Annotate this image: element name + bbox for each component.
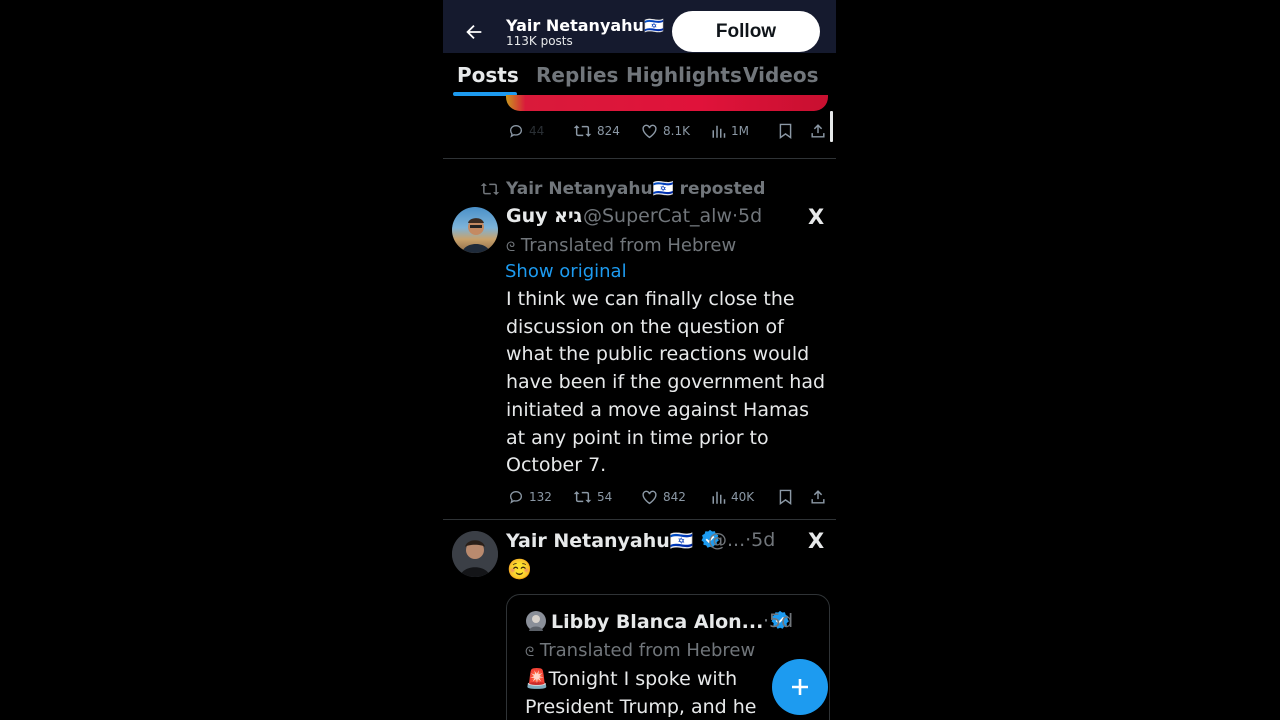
- reply-button[interactable]: 44: [508, 123, 544, 139]
- scrollbar[interactable]: [830, 111, 833, 142]
- views-icon: [712, 125, 726, 138]
- post-media[interactable]: [506, 95, 828, 111]
- repost-label: Yair Netanyahu🇮🇱 reposted: [506, 179, 766, 199]
- views-icon: [712, 491, 726, 504]
- like-button[interactable]: 8.1K: [641, 123, 690, 139]
- avatar[interactable]: [452, 207, 498, 253]
- translated-note: ᘓ Translated from Hebrew: [506, 235, 736, 256]
- repost-button[interactable]: 54: [573, 489, 612, 505]
- post-body: ☺️: [507, 557, 532, 581]
- person-avatar-icon: [452, 531, 498, 577]
- show-original-link[interactable]: Show original: [505, 261, 627, 282]
- back-arrow-icon[interactable]: [463, 21, 485, 43]
- quoted-author-text: Libby Blanca Alon...: [551, 611, 764, 633]
- views-count: 40K: [731, 490, 755, 504]
- bookmark-icon[interactable]: [778, 489, 793, 505]
- translate-icon: ᘓ: [506, 240, 516, 255]
- post-actions: 132 54 842 40K: [506, 489, 826, 507]
- translated-label: Translated from Hebrew: [520, 235, 737, 256]
- x-logo-icon: X: [808, 529, 825, 553]
- repost-context[interactable]: Yair Netanyahu🇮🇱 reposted: [480, 179, 765, 199]
- post-count: 113K posts: [506, 34, 573, 48]
- translated-note: ᘓ Translated from Hebrew: [525, 640, 755, 661]
- views-button[interactable]: 1M: [711, 123, 749, 139]
- x-logo-icon: X: [808, 205, 825, 229]
- repost-button[interactable]: 824: [573, 123, 620, 139]
- reply-count: 132: [529, 490, 552, 504]
- author-name[interactable]: Guy גיא: [506, 205, 582, 227]
- views-button[interactable]: 40K: [711, 489, 754, 505]
- translated-label: Translated from Hebrew: [539, 640, 756, 661]
- post-actions: 44 824 8.1K 1M: [506, 123, 826, 141]
- quoted-author[interactable]: Libby Blanca Alon...: [551, 610, 790, 633]
- like-count: 8.1K: [663, 124, 690, 138]
- repost-icon: [573, 491, 592, 503]
- profile-header: Yair Netanyahu🇮🇱 113K posts Follow: [443, 0, 836, 53]
- tab-videos[interactable]: Videos: [743, 63, 819, 87]
- views-count: 1M: [731, 124, 749, 138]
- author-name[interactable]: Yair Netanyahu🇮🇱: [506, 529, 720, 552]
- reply-button[interactable]: 132: [508, 489, 552, 505]
- share-icon[interactable]: [810, 123, 826, 139]
- profile-name: Yair Netanyahu🇮🇱: [506, 16, 664, 35]
- post-divider: [443, 519, 836, 520]
- like-button[interactable]: 842: [641, 489, 686, 505]
- plus-icon: [792, 679, 808, 695]
- quoted-body: 🚨Tonight I spoke with President Trump, a…: [525, 668, 757, 718]
- tab-highlights[interactable]: Highlights: [626, 63, 742, 87]
- reply-count: 44: [529, 124, 545, 138]
- heart-icon: [642, 490, 657, 505]
- author-handle[interactable]: @SuperCat_alw·5d: [583, 205, 762, 227]
- repost-count: 824: [597, 124, 620, 138]
- reply-icon: [509, 490, 523, 504]
- repost-icon: [573, 125, 592, 137]
- tab-replies[interactable]: Replies: [536, 63, 618, 87]
- follow-button[interactable]: Follow: [672, 11, 820, 52]
- translate-icon: ᘓ: [525, 645, 535, 660]
- author-name-text: Yair Netanyahu🇮🇱: [506, 530, 694, 552]
- heart-icon: [642, 124, 657, 139]
- avatar[interactable]: [452, 531, 498, 577]
- author-handle[interactable]: @...·5d: [708, 529, 775, 551]
- quoted-avatar[interactable]: [526, 611, 546, 631]
- like-count: 842: [663, 490, 686, 504]
- repost-count: 54: [597, 490, 613, 504]
- phone-screen: Yair Netanyahu🇮🇱 113K posts Follow Posts…: [443, 0, 836, 720]
- post-divider: [443, 158, 836, 159]
- compose-button[interactable]: [772, 659, 828, 715]
- share-icon[interactable]: [810, 489, 826, 505]
- repost-icon: [480, 182, 500, 196]
- post-body: I think we can finally close the discuss…: [506, 288, 826, 477]
- tab-posts[interactable]: Posts: [457, 63, 519, 87]
- reply-icon: [509, 124, 523, 138]
- person-avatar-icon: [462, 218, 490, 253]
- person-avatar-icon: [529, 615, 543, 631]
- quoted-time: ·5d: [763, 610, 794, 632]
- bookmark-icon[interactable]: [778, 123, 793, 139]
